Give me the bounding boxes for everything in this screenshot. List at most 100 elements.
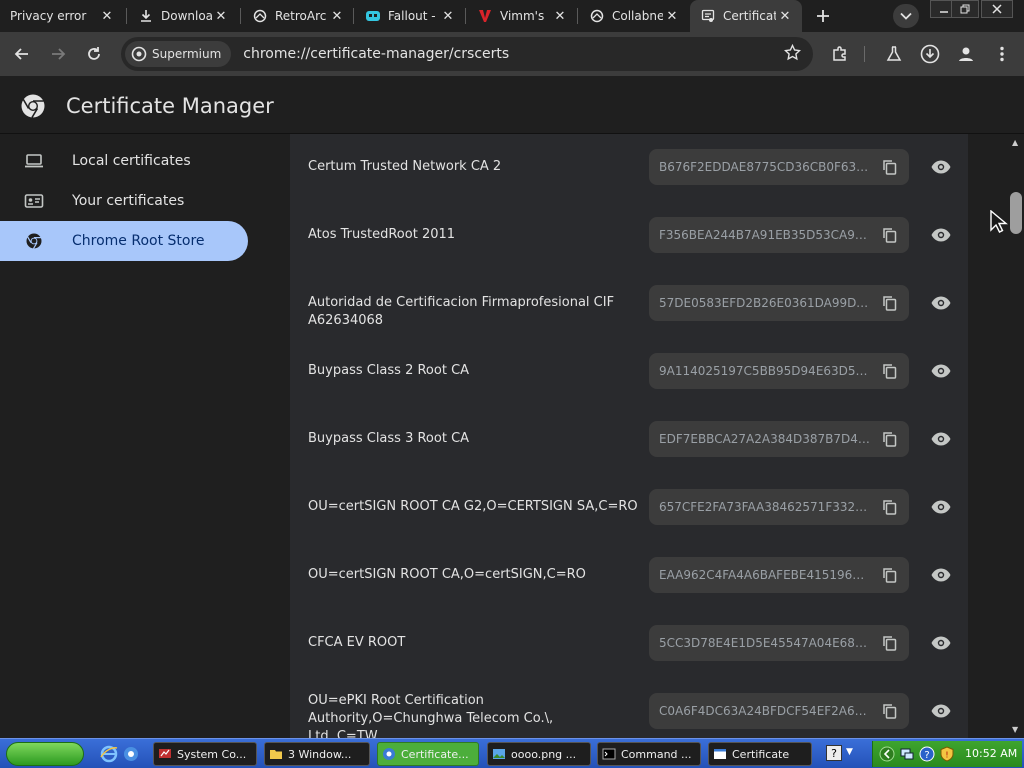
url-text[interactable]: chrome://certificate-manager/crscerts <box>243 46 509 62</box>
downloads-button[interactable] <box>916 40 944 68</box>
eye-icon[interactable] <box>930 632 952 654</box>
hash-field[interactable]: 657CFE2FA73FAA38462571F332A2363... <box>649 489 909 525</box>
eye-icon[interactable] <box>930 496 952 518</box>
system-control-icon <box>159 749 171 758</box>
task-windows-group[interactable]: 3 Window... <box>264 742 370 766</box>
tab-collabnet[interactable]: Collabne ✕ <box>579 0 689 32</box>
tab-title: RetroArc <box>275 9 327 23</box>
certificate-name: Buypass Class 2 Root CA <box>308 363 470 378</box>
tab-search-button[interactable] <box>893 4 919 28</box>
hash-field[interactable]: F356BEA244B7A91EB35D53CA9AD786... <box>649 217 909 253</box>
network-icon[interactable] <box>899 746 915 762</box>
forward-button[interactable] <box>44 40 72 68</box>
folder-icon <box>270 750 282 759</box>
scroll-up-icon[interactable]: ▲ <box>1012 138 1018 147</box>
tab-fallout[interactable]: Fallout - ✕ <box>355 0 465 32</box>
table-row: OU=ePKI Root Certification Authority,O=C… <box>290 678 968 738</box>
help-button[interactable]: ? <box>826 745 842 761</box>
copy-icon[interactable] <box>881 158 899 176</box>
hash-field[interactable]: 9A114025197C5BB95D94E63D55CD43... <box>649 353 909 389</box>
copy-icon[interactable] <box>881 430 899 448</box>
tab-separator <box>465 8 466 24</box>
bookmark-star-icon[interactable] <box>783 43 802 65</box>
eye-icon[interactable] <box>930 224 952 246</box>
tray-expand-icon[interactable] <box>879 746 895 762</box>
reload-button[interactable] <box>80 40 108 68</box>
menu-button[interactable] <box>988 40 1016 68</box>
tab-retroarch[interactable]: RetroArc ✕ <box>242 0 354 32</box>
new-tab-button[interactable] <box>810 4 836 28</box>
close-icon[interactable]: ✕ <box>663 7 681 25</box>
sidebar-item-label: Local certificates <box>72 153 191 169</box>
hash-field[interactable]: 57DE0583EFD2B26E0361DA99DA9DF... <box>649 285 909 321</box>
site-info-chip[interactable]: Supermium <box>125 41 232 67</box>
copy-icon[interactable] <box>881 634 899 652</box>
vertical-scrollbar[interactable]: ▲ ▼ <box>1008 134 1024 738</box>
tab-privacy-error[interactable]: Privacy error ✕ <box>0 0 124 32</box>
hash-field[interactable]: C0A6F4DC63A24BFDCF54EF2A6A082A... <box>649 693 909 729</box>
task-certificate-browser[interactable]: Certificate... <box>377 742 479 766</box>
chevron-down-icon[interactable]: ▼ <box>846 747 853 757</box>
tab-separator <box>240 8 241 24</box>
page-title: Certificate Manager <box>66 94 274 118</box>
close-icon[interactable]: ✕ <box>212 7 230 25</box>
hash-text: 9A114025197C5BB95D94E63D55CD43... <box>659 364 873 378</box>
tab-separator <box>126 8 127 24</box>
copy-icon[interactable] <box>881 226 899 244</box>
close-icon[interactable]: ✕ <box>551 7 569 25</box>
copy-icon[interactable] <box>881 294 899 312</box>
eye-icon[interactable] <box>930 360 952 382</box>
close-icon[interactable]: ✕ <box>98 7 116 25</box>
close-icon[interactable]: ✕ <box>439 7 457 25</box>
toolbar-separator <box>864 46 865 62</box>
task-certificate-window[interactable]: Certificate <box>708 742 812 766</box>
tab-certificate-manager[interactable]: Certificat ✕ <box>690 0 802 32</box>
supermium-icon <box>131 46 147 62</box>
labs-button[interactable] <box>880 40 908 68</box>
copy-icon[interactable] <box>881 498 899 516</box>
certificate-name: OU=certSIGN ROOT CA,O=certSIGN,C=RO <box>308 567 586 582</box>
tab-downloads[interactable]: Downloa ✕ <box>128 0 238 32</box>
eye-icon[interactable] <box>930 292 952 314</box>
sidebar-item-local-certificates[interactable]: Local certificates <box>0 141 248 181</box>
close-icon[interactable]: ✕ <box>776 7 794 25</box>
extensions-button[interactable] <box>826 40 854 68</box>
task-system-control[interactable]: System Co... <box>153 742 257 766</box>
sidebar-item-chrome-root-store[interactable]: Chrome Root Store <box>0 221 248 261</box>
security-shield-icon[interactable]: ! <box>939 746 955 762</box>
id-card-icon <box>24 191 44 211</box>
eye-icon[interactable] <box>930 564 952 586</box>
task-command-prompt[interactable]: Command ... <box>597 742 701 766</box>
close-icon[interactable]: ✕ <box>328 7 346 25</box>
hash-field[interactable]: EDF7EBBCA27A2A384D387B7D4010C... <box>649 421 909 457</box>
person-icon <box>959 47 973 61</box>
copy-icon[interactable] <box>881 362 899 380</box>
scroll-down-icon[interactable]: ▼ <box>1012 725 1018 734</box>
sidebar-item-your-certificates[interactable]: Your certificates <box>0 181 248 221</box>
eye-icon[interactable] <box>930 428 952 450</box>
hash-field[interactable]: B676F2EDDAE8775CD36CB0F63CD1D... <box>649 149 909 185</box>
scroll-thumb[interactable] <box>1010 192 1022 234</box>
copy-icon[interactable] <box>881 566 899 584</box>
close-window-button[interactable] <box>981 0 1013 18</box>
address-bar[interactable]: Supermium chrome://certificate-manager/c… <box>121 37 813 71</box>
internet-explorer-icon[interactable] <box>100 745 118 763</box>
tab-vimms[interactable]: Vimm's ✕ <box>467 0 577 32</box>
hash-text: 57DE0583EFD2B26E0361DA99DA9DF... <box>659 296 873 310</box>
chrome-icon <box>24 231 44 251</box>
hash-field[interactable]: 5CC3D78E4E1D5E45547A04E6873E64... <box>649 625 909 661</box>
task-image-viewer[interactable]: oooo.png ... <box>487 742 591 766</box>
back-button[interactable] <box>8 40 36 68</box>
table-row: Buypass Class 3 Root CA EDF7EBBCA27A2A38… <box>290 406 968 474</box>
hash-field[interactable]: EAA962C4FA4A6BAFEBE415196D351C... <box>649 557 909 593</box>
eye-icon[interactable] <box>930 156 952 178</box>
help-circle-icon[interactable]: ? <box>919 746 935 762</box>
browser-quicklaunch-icon[interactable] <box>122 745 140 763</box>
start-button[interactable] <box>6 742 84 766</box>
profile-button[interactable] <box>952 40 980 68</box>
eye-icon[interactable] <box>930 700 952 722</box>
terminal-icon <box>602 748 616 760</box>
restore-button[interactable] <box>951 0 979 18</box>
copy-icon[interactable] <box>881 702 899 720</box>
clock: 10:52 AM <box>965 747 1018 760</box>
